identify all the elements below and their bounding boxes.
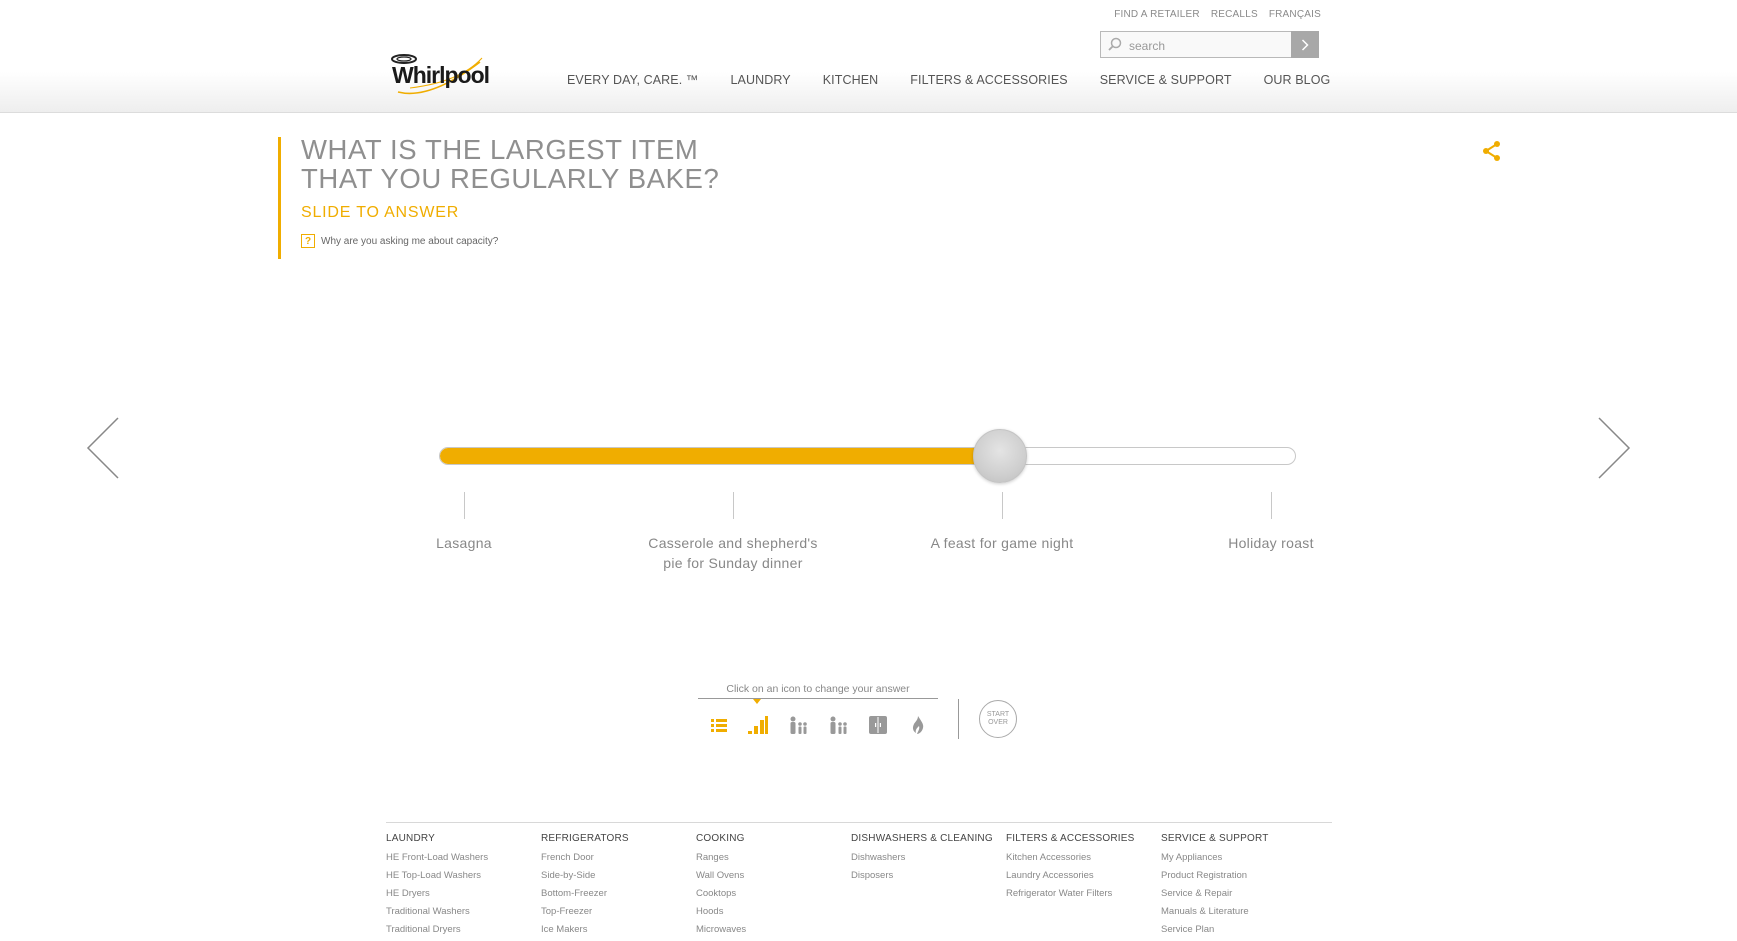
footer-link[interactable]: Service & Repair [1161, 887, 1311, 905]
footer-link[interactable]: Kitchen Accessories [1006, 851, 1156, 869]
fridge-icon[interactable] [865, 712, 891, 738]
footer-link[interactable]: My Appliances [1161, 851, 1311, 869]
flame-icon[interactable] [905, 712, 931, 738]
footer-link[interactable]: Dishwashers [851, 851, 1001, 869]
footer-link[interactable]: Refrigerator Water Filters [1006, 887, 1156, 905]
footer-column-laundry: LAUNDRY HE Front-Load Washers HE Top-Loa… [386, 833, 536, 941]
question-title-line: WHAT IS THE LARGEST ITEM [301, 134, 699, 165]
nav-laundry[interactable]: LAUNDRY [730, 73, 790, 87]
footer-link[interactable]: Ice Makers [541, 923, 691, 941]
whirlpool-logo[interactable]: Whirlpool [390, 52, 505, 98]
footer-link[interactable]: Cooktops [696, 887, 846, 905]
option-holiday-roast[interactable]: Holiday roast [1171, 533, 1371, 553]
footer-column-refrigerators: REFRIGERATORS French Door Side-by-Side B… [541, 833, 691, 941]
list-icon[interactable] [706, 712, 732, 738]
footer-link[interactable]: Top-Freezer [541, 905, 691, 923]
search-icon [1108, 37, 1122, 51]
answer-slider-track[interactable] [439, 447, 1296, 465]
capacity-help-link[interactable]: ? Why are you asking me about capacity? [301, 234, 498, 248]
footer-divider [386, 822, 1332, 823]
hint-divider [698, 698, 938, 699]
active-answer-caret [753, 699, 761, 704]
footer-heading: DISHWASHERS & CLEANING [851, 833, 993, 844]
footer-heading: REFRIGERATORS [541, 833, 629, 844]
footer-link[interactable]: Side-by-Side [541, 869, 691, 887]
help-link-text: Why are you asking me about capacity? [321, 235, 499, 247]
footer-link[interactable]: HE Dryers [386, 887, 536, 905]
question-title: WHAT IS THE LARGEST ITEM THAT YOU REGULA… [301, 135, 861, 193]
question-accent-bar [278, 137, 281, 259]
footer-heading: FILTERS & ACCESSORIES [1006, 833, 1135, 844]
option-feast[interactable]: A feast for game night [902, 533, 1102, 553]
search-submit-button[interactable] [1291, 31, 1319, 58]
search-box [1100, 31, 1319, 58]
footer-heading: SERVICE & SUPPORT [1161, 833, 1269, 844]
francais-link[interactable]: FRANÇAIS [1269, 9, 1321, 20]
nav-every-day-care[interactable]: EVERY DAY, CARE. ™ [567, 73, 698, 87]
footer-link[interactable]: Ranges [696, 851, 846, 869]
svg-text:Whirlpool: Whirlpool [392, 62, 489, 88]
slide-to-answer-label: SLIDE TO ANSWER [301, 204, 460, 221]
main-nav: EVERY DAY, CARE. ™ LAUNDRY KITCHEN FILTE… [567, 73, 1362, 87]
footer-heading: COOKING [696, 833, 745, 844]
slider-tick [1002, 492, 1003, 519]
family-icon[interactable] [785, 712, 811, 738]
footer-link[interactable]: Traditional Dryers [386, 923, 536, 941]
recalls-link[interactable]: RECALLS [1211, 9, 1258, 20]
footer-link[interactable]: Manuals & Literature [1161, 905, 1311, 923]
answer-slider-fill [440, 448, 1002, 464]
start-over-button[interactable]: START OVER [979, 700, 1017, 738]
start-over-label: START OVER [986, 711, 1010, 726]
next-arrow-icon[interactable] [1596, 417, 1632, 479]
footer-column-dishwashers: DISHWASHERS & CLEANING Dishwashers Dispo… [851, 833, 1001, 887]
footer-link[interactable]: HE Top-Load Washers [386, 869, 536, 887]
answer-slider-handle[interactable] [973, 429, 1028, 483]
footer-link[interactable]: Hoods [696, 905, 846, 923]
bar-level-icon[interactable] [745, 712, 771, 738]
footer-link[interactable]: Disposers [851, 869, 1001, 887]
nav-filters-accessories[interactable]: FILTERS & ACCESSORIES [910, 73, 1067, 87]
footer-heading: LAUNDRY [386, 833, 436, 844]
answer-nav-divider [958, 699, 959, 739]
slider-tick [464, 492, 465, 519]
footer-link[interactable]: Laundry Accessories [1006, 869, 1156, 887]
footer-column-service: SERVICE & SUPPORT My Appliances Product … [1161, 833, 1311, 941]
footer-column-cooking: COOKING Ranges Wall Ovens Cooktops Hoods… [696, 833, 846, 941]
previous-arrow-icon[interactable] [85, 417, 121, 479]
nav-kitchen[interactable]: KITCHEN [823, 73, 879, 87]
option-casserole[interactable]: Casserole and shepherd's pie for Sunday … [638, 533, 828, 573]
utility-nav: FIND A RETAILER RECALLS FRANÇAIS [1114, 9, 1321, 20]
nav-service-support[interactable]: SERVICE & SUPPORT [1100, 73, 1232, 87]
footer-link[interactable]: Traditional Washers [386, 905, 536, 923]
question-title-line: THAT YOU REGULARLY BAKE? [301, 163, 720, 194]
family-icon[interactable] [825, 712, 851, 738]
footer-column-filters: FILTERS & ACCESSORIES Kitchen Accessorie… [1006, 833, 1156, 905]
nav-our-blog[interactable]: OUR BLOG [1264, 73, 1331, 87]
footer-link[interactable]: Service Plan [1161, 923, 1311, 941]
slider-tick [733, 492, 734, 519]
option-lasagna[interactable]: Lasagna [364, 533, 564, 553]
change-answer-hint: Click on an icon to change your answer [726, 683, 910, 695]
footer-link[interactable]: Microwaves [696, 923, 846, 941]
footer-link[interactable]: Bottom-Freezer [541, 887, 691, 905]
footer-link[interactable]: HE Front-Load Washers [386, 851, 536, 869]
footer-link[interactable]: Product Registration [1161, 869, 1311, 887]
find-retailer-link[interactable]: FIND A RETAILER [1114, 9, 1200, 20]
footer-link[interactable]: French Door [541, 851, 691, 869]
site-header: FIND A RETAILER RECALLS FRANÇAIS Whirlpo… [0, 0, 1737, 113]
chevron-right-icon [1301, 38, 1309, 51]
search-input[interactable] [1127, 35, 1281, 56]
slider-tick [1271, 492, 1272, 519]
footer-link[interactable]: Wall Ovens [696, 869, 846, 887]
question-mark-icon: ? [301, 234, 315, 248]
share-icon[interactable] [1482, 140, 1502, 162]
